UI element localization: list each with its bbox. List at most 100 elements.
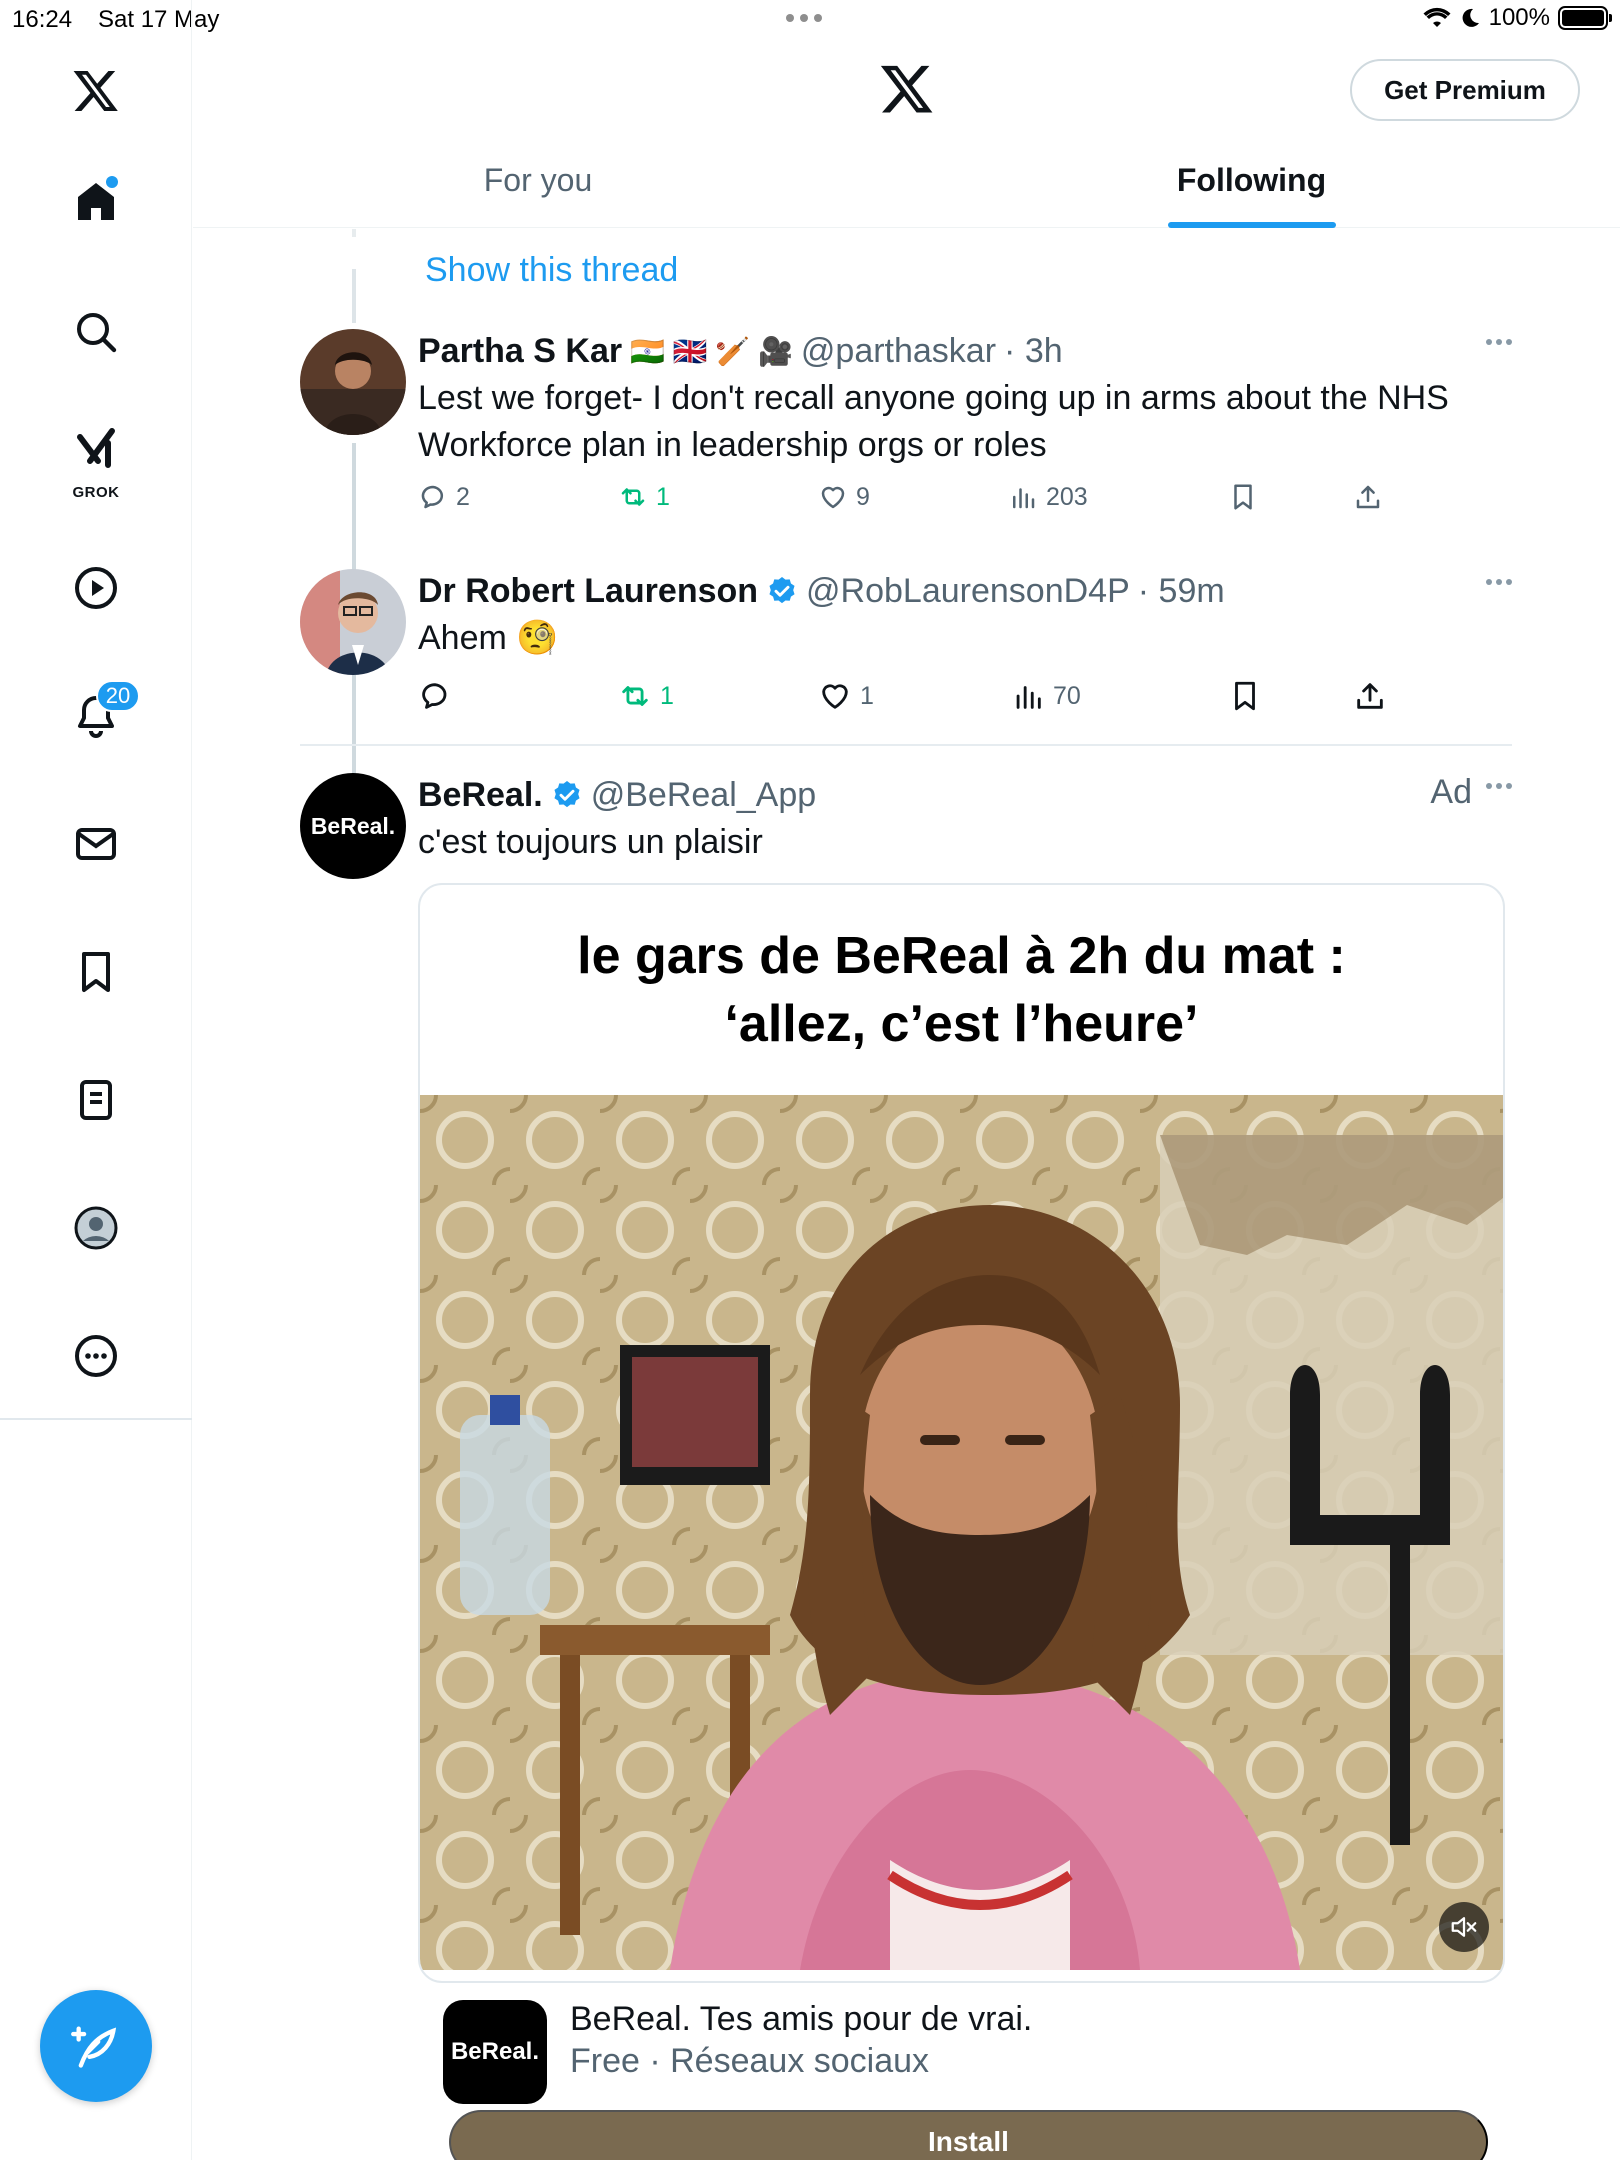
- promoted-tweet[interactable]: BeReal. BeReal. @BeReal_App c'est toujou…: [300, 773, 1512, 2160]
- more-circle-icon: [75, 1335, 117, 1377]
- reply-icon: [421, 485, 443, 509]
- tweet[interactable]: Dr Robert Laurenson @RobLaurensonD4P · 5…: [300, 569, 1512, 689]
- views-button[interactable]: 70: [1011, 679, 1081, 713]
- compose-button[interactable]: [40, 1990, 152, 2102]
- ad-media-card[interactable]: le gars de BeReal à 2h du mat : ‘allez, …: [418, 883, 1505, 1983]
- share-button[interactable]: [1353, 482, 1383, 512]
- retweet-button[interactable]: 1: [618, 482, 670, 512]
- sidebar-item-search[interactable]: [56, 292, 136, 372]
- sidebar-item-notifications[interactable]: 20: [56, 676, 140, 756]
- author-name[interactable]: BeReal.: [418, 776, 543, 815]
- x-logo-icon[interactable]: [879, 60, 935, 116]
- tab-label: Following: [1176, 162, 1327, 198]
- bookmark-icon: [1235, 681, 1255, 711]
- sidebar-item-video[interactable]: [56, 548, 136, 628]
- sidebar-item-lists[interactable]: [56, 1060, 136, 1140]
- sidebar-item-grok[interactable]: GROK: [56, 415, 136, 505]
- tweet-text: Ahem 🧐: [418, 619, 559, 657]
- tweet-time[interactable]: · 3h: [1004, 332, 1063, 371]
- retweet-button[interactable]: 1: [618, 679, 674, 713]
- more-options-icon[interactable]: [1486, 339, 1512, 345]
- like-count: 1: [860, 681, 874, 710]
- bookmark-icon: [82, 952, 110, 992]
- reply-button[interactable]: 2: [418, 482, 470, 512]
- views-icon: [1013, 488, 1035, 509]
- active-tab-indicator: [1167, 222, 1336, 228]
- app-info-row[interactable]: BeReal. BeReal. Tes amis pour de vrai. F…: [418, 1988, 1505, 2118]
- author-name[interactable]: Partha S Kar: [418, 332, 622, 371]
- sidebar-item-more[interactable]: [56, 1316, 136, 1396]
- profile-icon: [74, 1206, 118, 1250]
- share-icon: [1357, 683, 1383, 709]
- tweet-actions: 1 1 70: [418, 679, 1620, 727]
- x-logo-icon[interactable]: [56, 50, 136, 130]
- video-frame: [420, 1095, 1503, 1970]
- more-options-icon[interactable]: [1486, 579, 1512, 585]
- retweet-count: 1: [660, 681, 674, 710]
- heart-icon: [821, 486, 845, 509]
- share-button[interactable]: [1353, 679, 1387, 713]
- tab-for-you[interactable]: For you: [193, 140, 883, 228]
- views-count: 70: [1053, 681, 1081, 710]
- wifi-icon: [1423, 7, 1451, 27]
- battery-percent: 100%: [1488, 4, 1550, 31]
- home-unread-dot: [106, 176, 118, 188]
- mail-icon: [76, 828, 116, 860]
- tweet-text: c'est toujours un plaisir: [418, 823, 763, 861]
- grok-label: GROK: [72, 484, 120, 501]
- mute-button[interactable]: [1439, 1902, 1489, 1952]
- reply-button[interactable]: [418, 679, 460, 713]
- install-button[interactable]: Install: [449, 2110, 1488, 2160]
- avatar[interactable]: BeReal.: [300, 773, 406, 879]
- tweet-time[interactable]: · 59m: [1138, 572, 1225, 611]
- avatar[interactable]: [300, 329, 406, 435]
- sidebar-divider: [0, 1418, 192, 1420]
- retweet-icon: [621, 488, 645, 506]
- tweet-text: Lest we forget- I don't recall anyone go…: [418, 379, 1449, 464]
- like-button[interactable]: 1: [818, 679, 874, 713]
- ad-label: Ad: [1430, 773, 1472, 811]
- battery-icon: [1558, 6, 1612, 30]
- views-count: 203: [1046, 482, 1088, 511]
- author-handle[interactable]: @BeReal_App: [591, 776, 816, 815]
- video-player[interactable]: [420, 1095, 1503, 1970]
- show-thread-link[interactable]: Show this thread: [425, 251, 678, 290]
- mute-icon: [1451, 1917, 1477, 1937]
- list-icon: [80, 1080, 112, 1120]
- sidebar-item-bookmarks[interactable]: [56, 932, 136, 1012]
- grok-icon: [77, 428, 115, 468]
- sidebar-item-messages[interactable]: [56, 804, 136, 884]
- retweet-count: 1: [656, 482, 670, 511]
- bookmark-button[interactable]: [1228, 482, 1258, 512]
- reply-count: 2: [456, 482, 470, 511]
- more-options-icon[interactable]: [1486, 783, 1512, 789]
- sidebar: GROK 20: [0, 0, 192, 2160]
- caption-line-2: ‘allez, c’est l’heure’: [724, 995, 1199, 1053]
- thread-line: [352, 229, 356, 237]
- retweet-icon: [622, 686, 648, 706]
- compose-feather-icon: [71, 2026, 117, 2068]
- sidebar-item-profile[interactable]: [56, 1188, 136, 1268]
- multitasking-dots-icon[interactable]: [786, 14, 822, 22]
- tab-label: For you: [483, 162, 593, 198]
- app-name: BeReal. Tes amis pour de vrai.: [570, 2000, 1033, 2038]
- avatar[interactable]: [300, 569, 406, 675]
- like-button[interactable]: 9: [818, 482, 870, 512]
- play-icon: [75, 567, 117, 609]
- get-premium-button[interactable]: Get Premium: [1350, 59, 1580, 121]
- verified-badge-icon: [554, 781, 580, 808]
- status-bar: 16:24 Sat 17 May 100%: [0, 0, 1620, 40]
- bookmark-icon: [1234, 484, 1252, 510]
- author-name[interactable]: Dr Robert Laurenson: [418, 572, 758, 611]
- bookmark-button[interactable]: [1228, 679, 1262, 713]
- sidebar-item-home[interactable]: [56, 162, 136, 242]
- top-header: Get Premium For you Following: [193, 40, 1620, 228]
- views-icon: [1016, 686, 1041, 709]
- tab-following[interactable]: Following: [883, 140, 1620, 228]
- app-logo: BeReal.: [443, 2000, 547, 2104]
- views-button[interactable]: 203: [1008, 482, 1088, 512]
- reply-icon: [422, 683, 447, 709]
- author-handle[interactable]: @parthaskar: [801, 332, 996, 371]
- status-right: 100%: [1423, 4, 1612, 32]
- author-handle[interactable]: @RobLaurensonD4P: [806, 572, 1130, 611]
